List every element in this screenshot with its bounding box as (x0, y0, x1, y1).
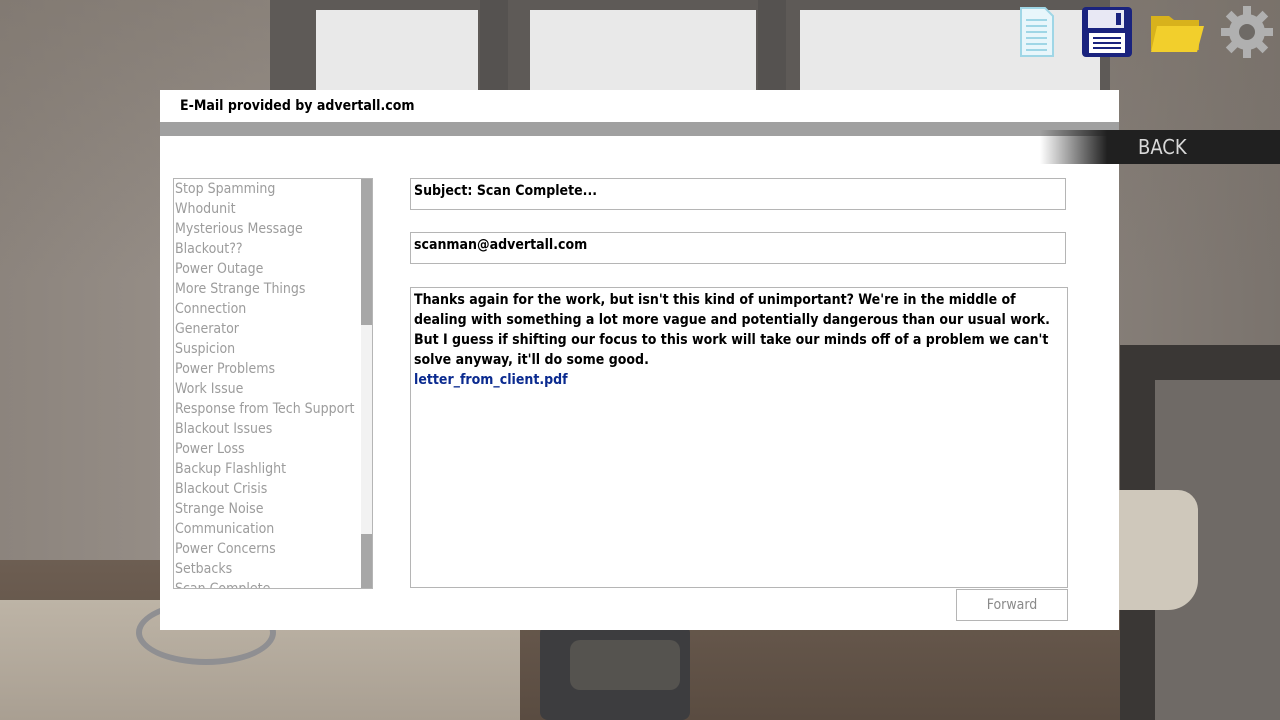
mail-list[interactable]: Stop Spamming Whodunit Mysterious Message B… (173, 178, 373, 589)
device-top (570, 640, 680, 690)
message-body: Thanks again for the work, but isn't thi… (410, 287, 1068, 588)
mail-list-item[interactable]: Scan Complete (174, 579, 360, 588)
mail-list-item[interactable]: Stop Spamming (174, 179, 360, 199)
mail-list-item[interactable]: Connection (174, 299, 360, 319)
mail-list-item[interactable]: Power Outage (174, 259, 360, 279)
mail-list-item[interactable]: Power Concerns (174, 539, 360, 559)
mail-list-item[interactable]: Response from Tech Support (174, 399, 360, 419)
scrollbar-thumb[interactable] (361, 179, 372, 325)
mail-list-item[interactable]: Generator (174, 319, 360, 339)
message-paragraph: But I guess if shifting our focus to thi… (414, 332, 1049, 368)
mail-list-item[interactable]: Communication (174, 519, 360, 539)
save-icon[interactable] (1078, 4, 1136, 60)
sender-field: scanman@advertall.com (410, 232, 1066, 264)
back-button[interactable]: BACK (1138, 130, 1187, 164)
mail-list-item[interactable]: More Strange Things (174, 279, 360, 299)
mail-list-item[interactable]: Power Problems (174, 359, 360, 379)
mail-list-items: Stop Spamming Whodunit Mysterious Message B… (174, 179, 360, 588)
mail-list-item[interactable]: Power Loss (174, 439, 360, 459)
folder-icon[interactable] (1148, 4, 1206, 60)
title-bar: E-Mail provided by advertall.com (160, 90, 1119, 122)
mail-list-item[interactable]: Strange Noise (174, 499, 360, 519)
message-paragraph: Thanks again for the work, but isn't thi… (414, 292, 1050, 328)
document-icon[interactable] (1008, 4, 1066, 60)
title-divider (160, 122, 1119, 136)
settings-gear-icon[interactable] (1218, 4, 1276, 60)
scrollbar-thumb-lower[interactable] (361, 534, 372, 588)
forward-button[interactable]: Forward (956, 589, 1068, 621)
subject-field: Subject: Scan Complete... (410, 178, 1066, 210)
mail-list-item[interactable]: Blackout?? (174, 239, 360, 259)
top-toolbar (1008, 4, 1276, 60)
mail-list-item[interactable]: Setbacks (174, 559, 360, 579)
mail-list-item[interactable]: Work Issue (174, 379, 360, 399)
mail-list-item[interactable]: Blackout Issues (174, 419, 360, 439)
mail-list-item[interactable]: Blackout Crisis (174, 479, 360, 499)
window-title: E-Mail provided by advertall.com (180, 98, 415, 114)
mail-list-item[interactable]: Mysterious Message (174, 219, 360, 239)
attachment-link[interactable]: letter_from_client.pdf (414, 370, 1064, 390)
mail-list-item[interactable]: Suspicion (174, 339, 360, 359)
mail-list-item[interactable]: Backup Flashlight (174, 459, 360, 479)
desk-edge (1118, 490, 1198, 610)
mail-list-item[interactable]: Whodunit (174, 199, 360, 219)
